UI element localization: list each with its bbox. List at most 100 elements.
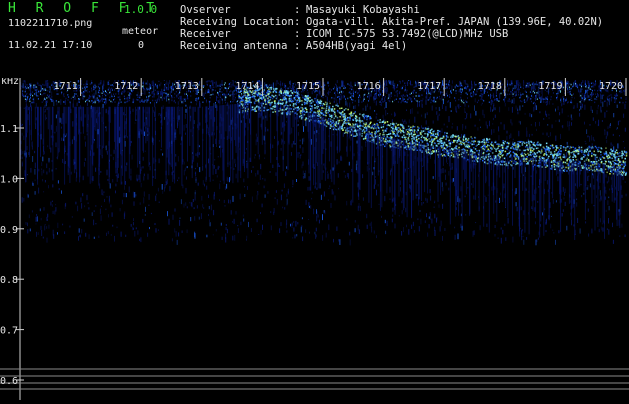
band-speck (44, 92, 46, 95)
noise-speck (112, 156, 114, 161)
noise-speck (451, 85, 453, 91)
band-speck (502, 92, 504, 94)
band-speck (412, 95, 414, 98)
band-speck (445, 87, 447, 90)
noise-speck (179, 219, 181, 226)
band-speck (556, 93, 558, 95)
noise-speck (623, 113, 625, 118)
noise-speck (408, 119, 410, 124)
noise-speck (32, 183, 34, 186)
noise-speck (384, 195, 386, 202)
noise-speck (524, 112, 526, 115)
band-speck (374, 98, 376, 100)
noise-speck (260, 230, 262, 235)
band-speck (532, 90, 534, 93)
noise-speck (508, 107, 510, 111)
noise-speck (389, 186, 391, 193)
echo-point (296, 100, 298, 102)
noise-speck (61, 118, 63, 125)
band-speck (41, 101, 43, 103)
echo-point (606, 171, 608, 174)
noise-speck (366, 213, 368, 219)
noise-speck (274, 197, 276, 199)
echo-point (463, 136, 465, 138)
noise-speck (444, 228, 446, 231)
noise-speck (88, 234, 90, 239)
band-speck (460, 83, 462, 85)
echo-point (321, 107, 323, 109)
noise-speck (342, 80, 344, 87)
noise-speck (91, 212, 93, 216)
band-speck (342, 91, 344, 93)
noise-speck (471, 80, 472, 86)
noise-speck (282, 206, 284, 209)
noise-speck (417, 111, 419, 114)
noise-speck (515, 90, 517, 95)
noise-speck (219, 199, 220, 201)
band-speck (27, 97, 28, 99)
noise-speck (422, 98, 424, 101)
noise-speck (46, 237, 48, 243)
noise-speck (619, 135, 620, 137)
band-speck (212, 93, 214, 96)
noise-speck (403, 120, 405, 125)
noise-speck (125, 193, 127, 198)
band-speck (351, 88, 353, 91)
band-speck (181, 101, 183, 104)
noise-speck (458, 104, 460, 109)
band-speck (184, 100, 186, 102)
noise-speck (194, 167, 196, 170)
band-speck (34, 93, 35, 95)
noise-speck (229, 199, 231, 204)
noise-speck (403, 227, 404, 233)
band-speck (610, 94, 612, 96)
noise-speck (386, 89, 388, 94)
band-speck (565, 100, 567, 102)
noise-speck (361, 147, 363, 151)
noise-speck (221, 80, 223, 85)
band-speck (594, 101, 596, 104)
noise-speck (607, 131, 609, 136)
noise-speck (270, 211, 272, 213)
band-speck (22, 90, 24, 92)
echo-point (572, 151, 574, 153)
noise-speck (186, 176, 187, 180)
echo-point (346, 118, 348, 120)
band-speck (363, 96, 365, 99)
band-speck (132, 101, 134, 103)
band-speck (57, 93, 59, 95)
noise-speck (195, 103, 197, 106)
echo-point (413, 126, 416, 128)
noise-speck (523, 82, 525, 87)
noise-speck (82, 193, 84, 197)
noise-speck (196, 205, 198, 209)
noise-speck (517, 111, 519, 115)
echo-point (322, 114, 325, 116)
band-speck (363, 98, 365, 100)
noise-speck (244, 194, 246, 197)
noise-speck (28, 214, 30, 219)
noise-speck (130, 175, 132, 181)
noise-speck (612, 144, 614, 146)
noise-speck (237, 225, 239, 227)
noise-speck (557, 176, 559, 182)
noise-speck (75, 177, 77, 182)
band-speck (173, 99, 175, 102)
noise-speck (601, 95, 603, 98)
band-speck (530, 100, 532, 103)
noise-speck (546, 103, 548, 106)
noise-speck (99, 208, 101, 215)
noise-speck (305, 229, 307, 233)
band-speck (514, 85, 516, 87)
noise-speck (213, 82, 215, 84)
noise-speck (526, 130, 528, 137)
band-speck (30, 94, 31, 97)
noise-speck (226, 93, 228, 96)
noise-speck (156, 84, 158, 89)
info-receiver: Receiver: ICOM IC-575 53.7492(@LCD)MHz US… (180, 28, 509, 40)
noise-speck (326, 99, 328, 103)
noise-speck (196, 97, 198, 103)
noise-speck (451, 126, 453, 129)
band-speck (204, 97, 206, 100)
band-speck (148, 95, 150, 98)
